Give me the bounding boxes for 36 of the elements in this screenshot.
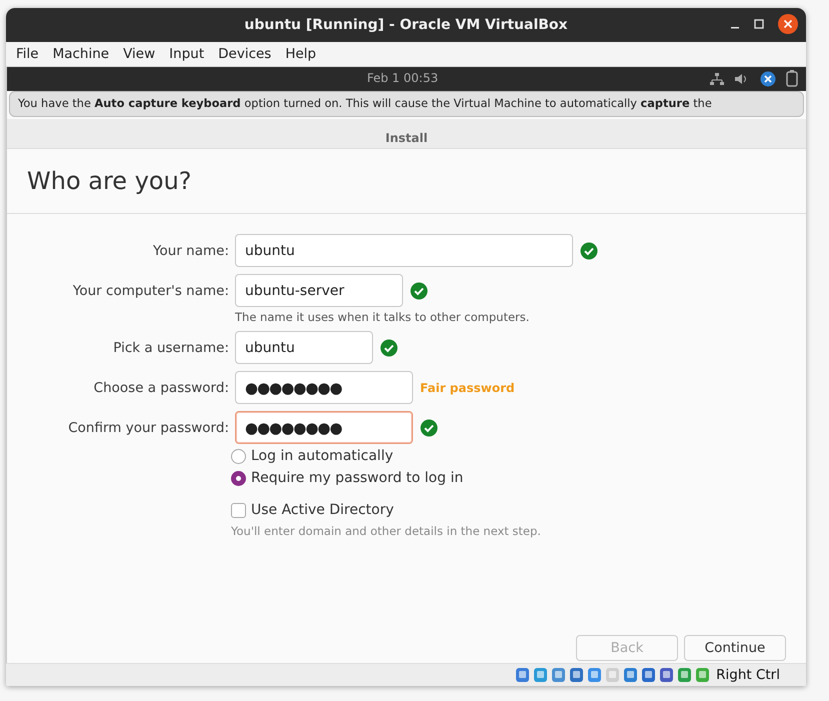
field-label: Confirm your password: <box>67 420 229 436</box>
checkbox-label: Use Active Directory <box>251 502 394 518</box>
password-field[interactable]: ●●●●●●●● <box>235 371 413 404</box>
field-label: Choose a password: <box>92 380 229 396</box>
input-field[interactable]: ubuntu-server <box>235 274 403 307</box>
field-hint: You'll enter domain and other details in the next step. <box>230 524 542 538</box>
menu-item[interactable]: View <box>117 44 162 64</box>
menu-item[interactable]: Help <box>279 44 322 64</box>
page-heading: Who are you? <box>7 149 806 214</box>
close-icon[interactable] <box>778 14 798 34</box>
close-icon[interactable] <box>760 70 776 86</box>
continue-button[interactable]: Continue <box>684 635 786 661</box>
menu-item[interactable]: Input <box>163 44 210 64</box>
password-field[interactable]: ●●●●●●●● <box>235 411 413 444</box>
menu-item[interactable]: Devices <box>212 44 278 64</box>
radio-label: Require my password to log in <box>251 470 464 486</box>
host-key-label: Right Ctrl <box>716 667 780 683</box>
input-field[interactable]: ubuntu <box>235 234 573 267</box>
battery-icon <box>786 70 798 87</box>
installer-title: Install <box>385 131 428 145</box>
field-hint: The name it uses when it talks to other computers. <box>235 310 530 324</box>
notice-text: You have the Auto capture keyboard option turned on. This will cause the Virtual Machine to automatically capture the <box>18 97 712 110</box>
field-label: Pick a username: <box>112 340 229 356</box>
checkbox[interactable] <box>231 502 246 518</box>
window-title: ubuntu [Running] - Oracle VM VirtualBox <box>244 17 568 33</box>
field-label: Your computer's name: <box>72 282 229 298</box>
field-label: Your name: <box>152 242 229 258</box>
menu-item[interactable]: File <box>10 44 45 64</box>
menu-item[interactable]: Machine <box>46 44 116 64</box>
radio-label: Log in automatically <box>251 448 394 464</box>
clock-text: Feb 1 00:53 <box>367 71 438 85</box>
password-strength: Fair password <box>420 380 515 394</box>
input-field[interactable]: ubuntu <box>235 331 373 364</box>
radio-button[interactable] <box>231 448 246 464</box>
maximize-icon[interactable] <box>754 19 764 29</box>
radio-button[interactable] <box>231 470 246 486</box>
